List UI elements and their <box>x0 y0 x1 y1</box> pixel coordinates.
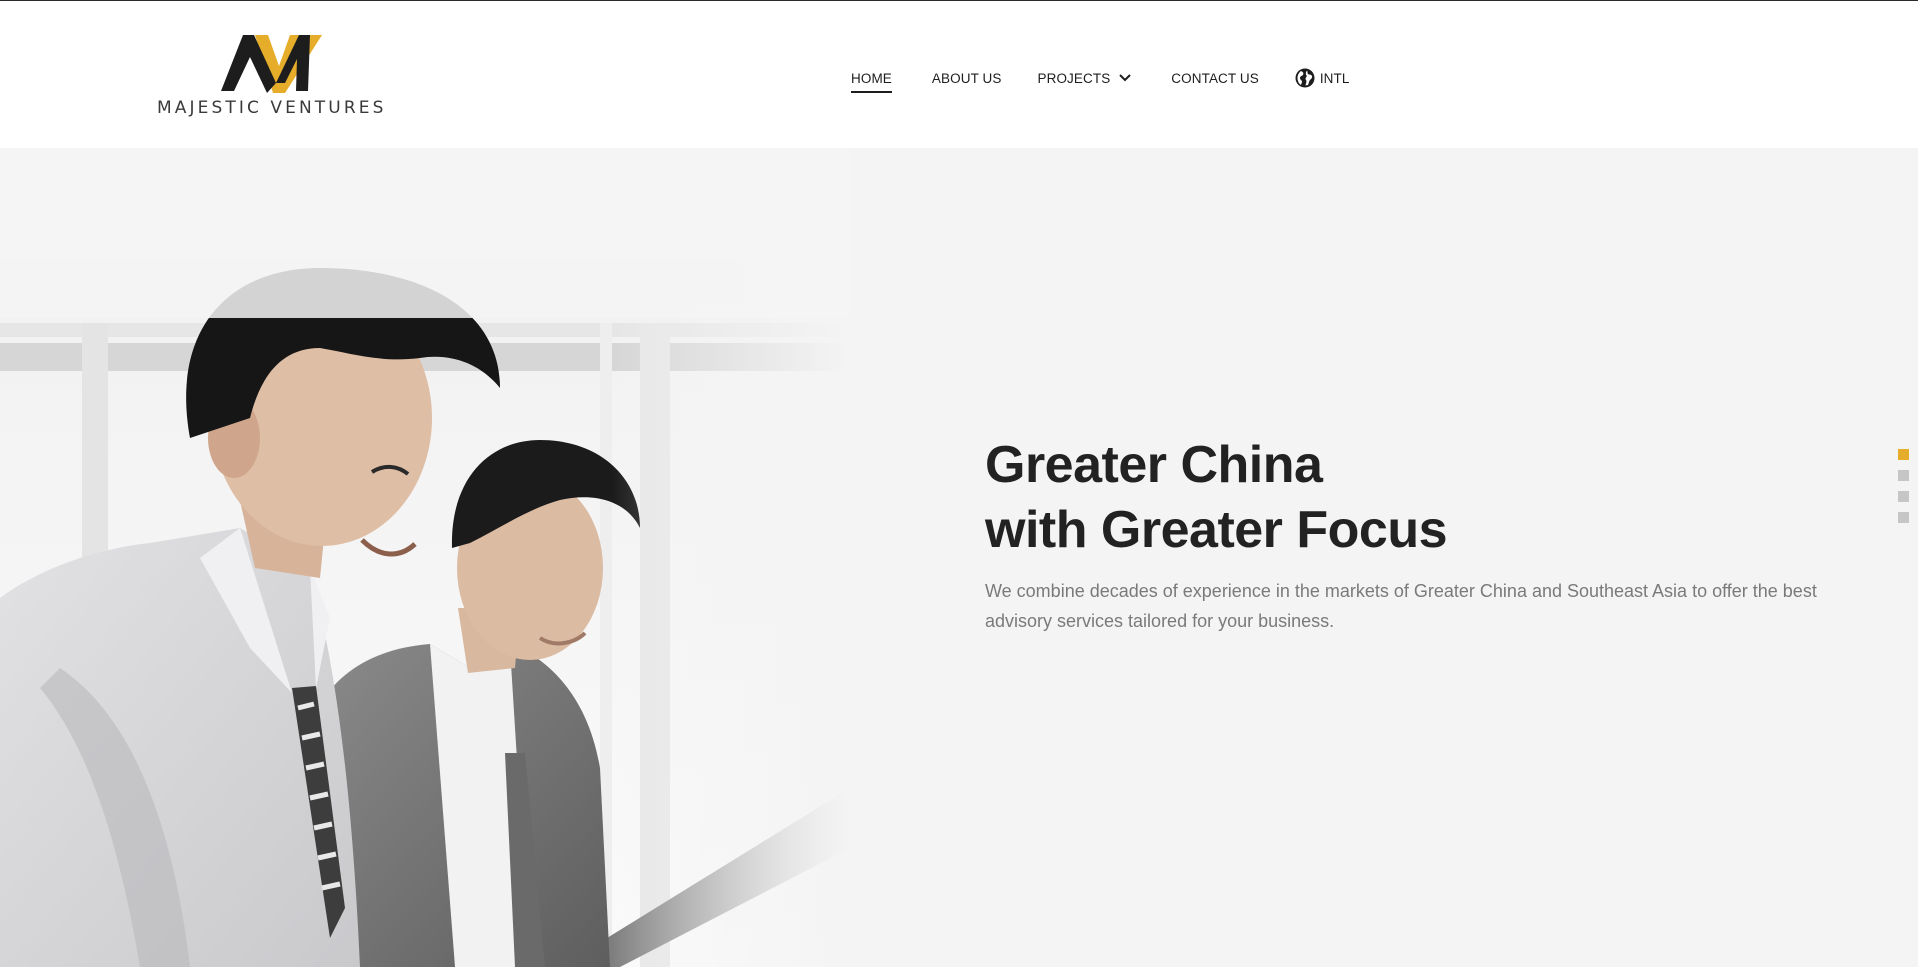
hero-photo-business-people <box>0 148 850 967</box>
slide-dot-3[interactable] <box>1898 491 1909 502</box>
nav-projects-label: PROJECTS <box>1037 70 1111 86</box>
nav-home-label: HOME <box>851 70 892 86</box>
slider-pagination <box>1898 449 1909 533</box>
nav-intl-label: INTL <box>1319 70 1350 86</box>
nav-contact-us-label: CONTACT US <box>1171 70 1259 86</box>
logo-wordmark: MAJESTIC VENTURES <box>157 98 387 118</box>
hero-description: We combine decades of experience in the … <box>985 581 1817 631</box>
nav-about-us[interactable]: ABOUT US <box>932 71 1002 86</box>
site-header: MAJESTIC VENTURES HOME ABOUT US PROJECTS… <box>0 1 1918 148</box>
logo[interactable]: MAJESTIC VENTURES <box>157 33 387 123</box>
nav-about-us-label: ABOUT US <box>931 70 1002 86</box>
chevron-down-icon <box>1119 74 1132 82</box>
hero-section: Greater China with Greater Focus We comb… <box>0 148 1918 967</box>
slide-dot-2[interactable] <box>1898 470 1909 481</box>
slide-dot-4[interactable] <box>1898 512 1909 523</box>
nav-intl[interactable]: INTL <box>1295 68 1350 88</box>
main-nav: HOME ABOUT US PROJECTS CONTACT US INTL <box>851 65 1350 93</box>
hero-title-line-1: Greater China <box>985 436 1323 494</box>
nav-contact-us[interactable]: CONTACT US <box>1171 71 1259 86</box>
nav-projects[interactable]: PROJECTS <box>1037 71 1132 86</box>
hero-content: Greater China with Greater Focus We comb… <box>985 433 1865 636</box>
hero-title-line-2: with Greater Focus <box>985 501 1448 559</box>
nav-home[interactable]: HOME <box>851 70 892 93</box>
globe-icon <box>1295 68 1315 88</box>
logo-mark-icon <box>221 35 322 93</box>
slide-dot-1[interactable] <box>1898 449 1909 460</box>
hero-title: Greater China with Greater Focus <box>985 433 1865 563</box>
